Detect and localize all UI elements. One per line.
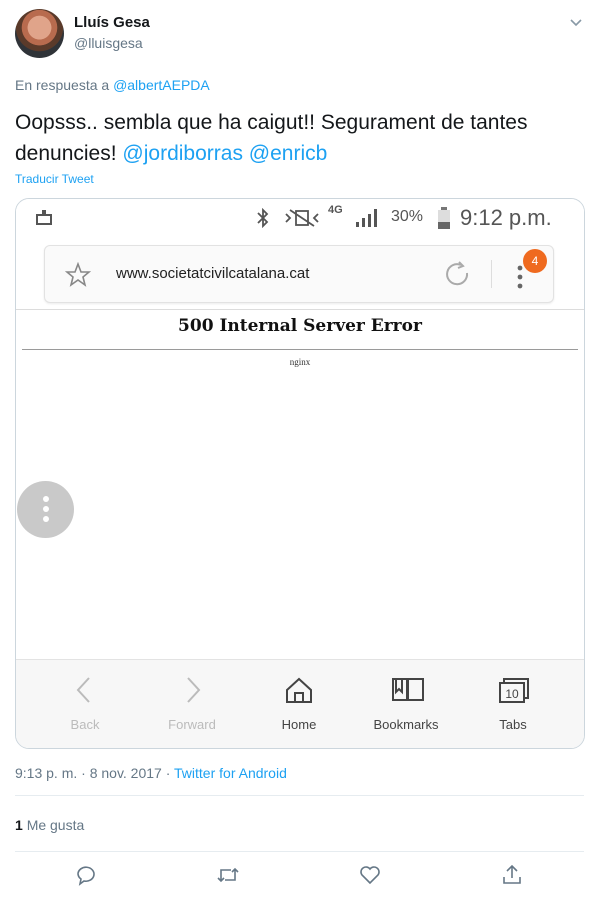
forward-arrow-icon [187, 677, 201, 703]
nav-forward-label: Forward [168, 717, 216, 732]
translate-tweet-link[interactable]: Traducir Tweet [15, 172, 94, 186]
vibrate-mute-icon [285, 209, 319, 227]
tweet-text: Oopsss.. sembla que ha caigut!! Segurame… [15, 107, 585, 169]
signal-icon [356, 209, 377, 227]
phone-notification-icon [36, 210, 52, 225]
divider [15, 851, 584, 852]
author-handle[interactable]: @lluisgesa [74, 35, 143, 51]
bluetooth-icon [257, 208, 269, 228]
nav-tabs-button[interactable]: 10 Tabs [460, 660, 566, 748]
error-divider [22, 349, 578, 350]
tweet-source-link[interactable]: Twitter for Android [174, 765, 287, 781]
reload-icon[interactable] [443, 260, 473, 290]
floating-menu-button[interactable] [17, 481, 74, 538]
battery-icon [438, 207, 450, 229]
tweet-time-date[interactable]: 9:13 p. m. · 8 nov. 2017 · [15, 765, 170, 781]
likes-count: 1 [15, 817, 23, 833]
browser-bottom-bar: Back Forward Home Bookmarks 10 Tabs [16, 659, 584, 748]
tabs-count: 10 [505, 687, 519, 701]
notification-badge: 4 [523, 249, 547, 273]
server-name: nginx [289, 357, 311, 367]
browser-address-bar[interactable]: www.societatcivilcatalana.cat [44, 245, 554, 303]
like-heart-icon[interactable] [358, 863, 382, 887]
reply-icon[interactable] [74, 863, 98, 887]
nav-forward-button[interactable]: Forward [139, 660, 245, 748]
nav-home-button[interactable]: Home [246, 660, 352, 748]
url-text[interactable]: www.societatcivilcatalana.cat [116, 265, 309, 282]
tabs-icon: 10 [499, 678, 529, 703]
back-arrow-icon [76, 677, 90, 703]
reply-prefix: En respuesta a [15, 77, 110, 93]
address-bar-divider [491, 260, 492, 288]
clock: 9:12 p.m. [460, 205, 552, 230]
chevron-down-icon[interactable] [566, 12, 586, 32]
reply-context: En respuesta a @albertAEPDA [15, 77, 210, 93]
nav-home-label: Home [281, 717, 317, 732]
author-avatar[interactable] [15, 9, 64, 58]
nav-back-label: Back [70, 717, 100, 732]
nav-bookmarks-label: Bookmarks [373, 717, 439, 732]
mention-link[interactable]: @enricb [249, 142, 328, 165]
divider [15, 795, 584, 796]
likes-label: Me gusta [26, 817, 85, 833]
reply-mention-link[interactable]: @albertAEPDA [113, 77, 210, 93]
bookmarks-icon [392, 678, 424, 701]
home-icon [286, 677, 312, 703]
likes-summary[interactable]: 1 Me gusta [15, 817, 84, 833]
battery-level: 30% [391, 208, 424, 225]
retweet-icon[interactable] [216, 863, 240, 887]
share-icon[interactable] [500, 863, 524, 887]
page-top-border [16, 309, 584, 310]
nav-bookmarks-button[interactable]: Bookmarks [353, 660, 459, 748]
network-type: 4G [328, 204, 343, 216]
error-heading: 500 Internal Server Error [178, 316, 422, 336]
tweet-timestamp: 9:13 p. m. · 8 nov. 2017 · Twitter for A… [15, 765, 287, 781]
nav-tabs-label: Tabs [499, 717, 527, 732]
author-name[interactable]: Lluís Gesa [74, 14, 150, 31]
mention-link[interactable]: @jordiborras [122, 142, 243, 165]
bookmark-star-icon[interactable] [65, 262, 91, 288]
tweet-media-image[interactable]: 4G 30% 9:12 p.m. www.societatcivilcatala… [15, 198, 585, 749]
phone-status-bar: 4G 30% 9:12 p.m. [16, 199, 584, 237]
nav-back-button[interactable]: Back [32, 660, 138, 748]
overflow-menu-icon[interactable] [515, 264, 525, 290]
